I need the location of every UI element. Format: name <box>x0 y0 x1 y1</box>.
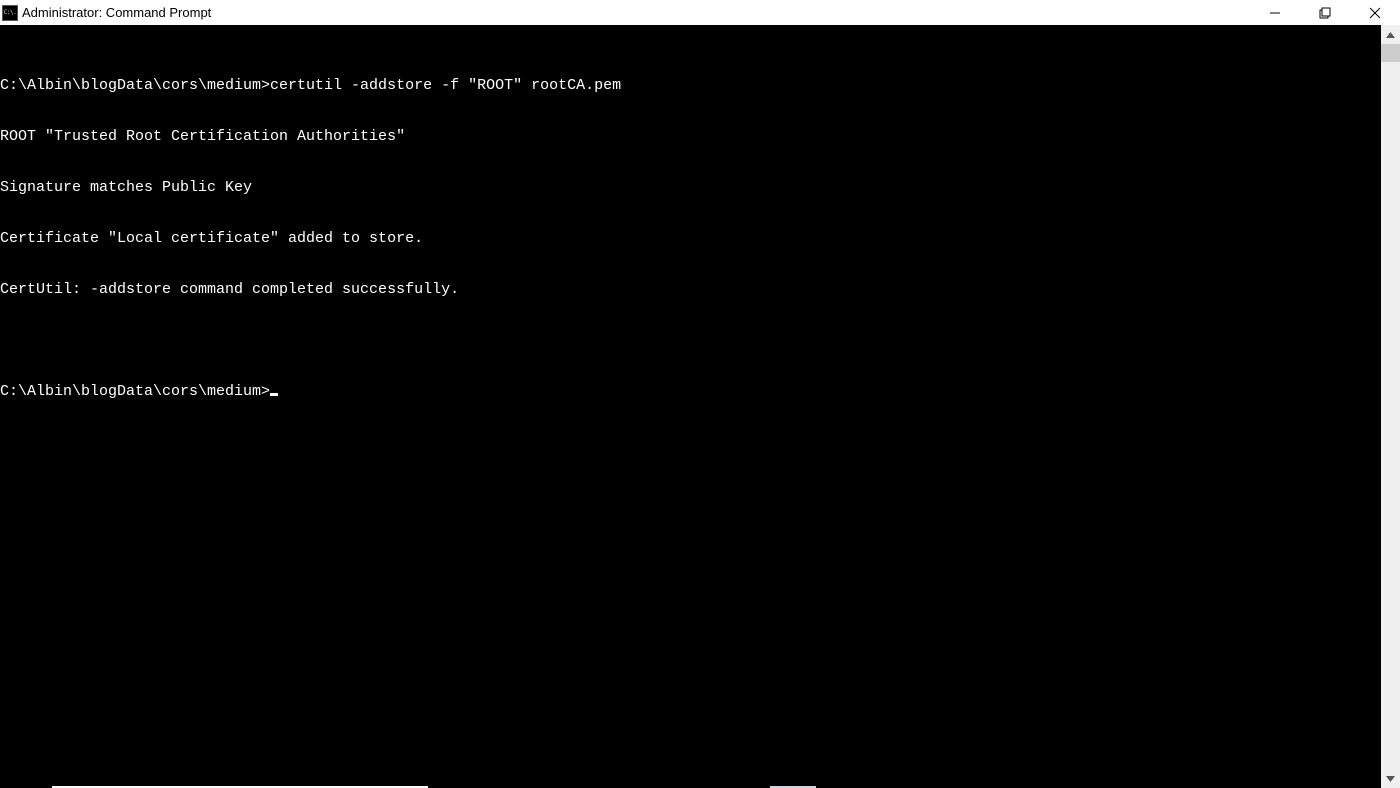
window-controls <box>1250 0 1400 25</box>
terminal-line: CertUtil: -addstore command completed su… <box>0 281 1381 298</box>
terminal-line <box>0 332 1381 349</box>
close-icon <box>1369 7 1381 19</box>
terminal-cursor <box>270 393 278 396</box>
window-title: Administrator: Command Prompt <box>22 5 211 20</box>
scroll-up-button[interactable] <box>1381 25 1400 44</box>
terminal-output[interactable]: C:\Albin\blogData\cors\medium>certutil -… <box>0 25 1381 788</box>
app-icon-text: C:\. <box>4 10 16 16</box>
titlebar[interactable]: C:\. Administrator: Command Prompt <box>0 0 1400 25</box>
scroll-down-button[interactable] <box>1381 769 1400 788</box>
terminal-line: ROOT "Trusted Root Certification Authori… <box>0 128 1381 145</box>
terminal-prompt-line: C:\Albin\blogData\cors\medium> <box>0 383 1381 400</box>
terminal-line: Certificate "Local certificate" added to… <box>0 230 1381 247</box>
maximize-icon <box>1319 7 1331 19</box>
chevron-up-icon <box>1386 32 1395 38</box>
terminal-line: Signature matches Public Key <box>0 179 1381 196</box>
maximize-button[interactable] <box>1300 0 1350 25</box>
app-icon: C:\. <box>2 5 18 21</box>
terminal-prompt: C:\Albin\blogData\cors\medium> <box>0 383 270 400</box>
scroll-thumb[interactable] <box>1381 44 1400 62</box>
terminal-line: C:\Albin\blogData\cors\medium>certutil -… <box>0 77 1381 94</box>
chevron-down-icon <box>1386 776 1395 782</box>
vertical-scrollbar[interactable] <box>1381 25 1400 788</box>
close-button[interactable] <box>1350 0 1400 25</box>
minimize-icon <box>1269 7 1281 19</box>
minimize-button[interactable] <box>1250 0 1300 25</box>
